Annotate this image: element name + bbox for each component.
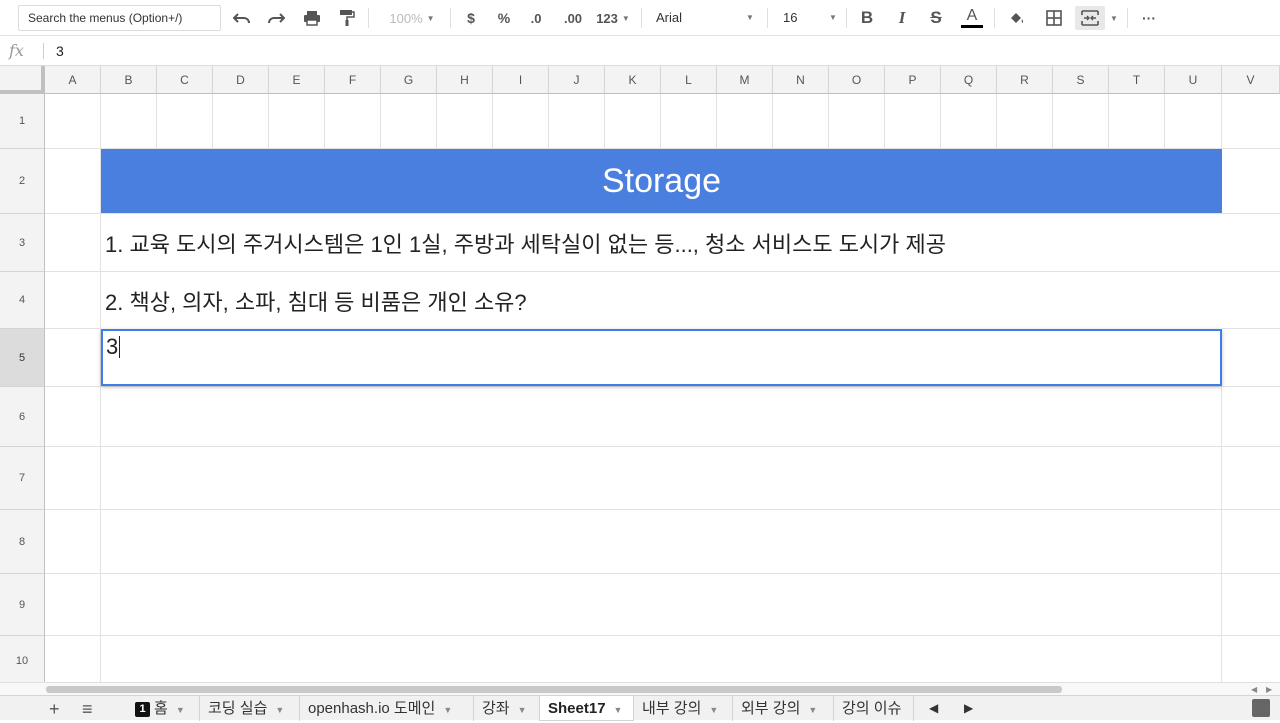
merge-cells-icon[interactable] (1075, 6, 1105, 30)
formula-input[interactable]: 3 (56, 43, 64, 59)
more-formats-select[interactable]: 123 ▼ (593, 6, 633, 30)
sheet-tab-3[interactable]: openhash.io 도메인 ▼ (300, 696, 474, 721)
sheet-tab-7[interactable]: 외부 강의 ▼ (733, 696, 834, 721)
row-header-7[interactable]: 7 (0, 447, 45, 510)
sheet-tab-6[interactable]: 내부 강의 ▼ (634, 696, 733, 721)
sheet-tab-label: Sheet17 (548, 700, 606, 717)
currency-format-button[interactable]: $ (462, 6, 480, 30)
scrollbar-thumb[interactable] (46, 686, 1062, 693)
tab-menu-caret-icon[interactable]: ▼ (518, 705, 527, 715)
cell-row-4[interactable]: 2. 책상, 의자, 소파, 침대 등 비품은 개인 소유? (101, 272, 1222, 329)
column-header-q[interactable]: Q (941, 66, 997, 94)
horizontal-scrollbar[interactable]: ◀ ▶ (0, 682, 1280, 695)
sheet-tab-label: 외부 강의 (741, 700, 801, 717)
paint-format-icon[interactable] (336, 6, 358, 30)
column-header-h[interactable]: H (437, 66, 493, 94)
active-cell-editor[interactable]: 3 (101, 329, 1222, 386)
toolbar: Search the menus (Option+/) 100% ▼ $ % .0… (0, 0, 1280, 36)
column-header-i[interactable]: I (493, 66, 549, 94)
sheet-tab-label: 내부 강의 (642, 700, 702, 717)
menu-search-input[interactable]: Search the menus (Option+/) (18, 5, 221, 31)
row-header-2[interactable]: 2 (0, 149, 45, 214)
tab-menu-caret-icon[interactable]: ▼ (275, 705, 284, 715)
text-cursor (119, 336, 121, 358)
strikethrough-button[interactable]: S (926, 6, 946, 30)
column-header-p[interactable]: P (885, 66, 941, 94)
column-header-a[interactable]: A (45, 66, 101, 94)
row-header-4[interactable]: 4 (0, 272, 45, 329)
select-all-corner[interactable] (0, 66, 45, 94)
font-size-select[interactable]: 16 ▼ (783, 6, 838, 30)
column-header-l[interactable]: L (661, 66, 717, 94)
column-header-g[interactable]: G (381, 66, 437, 94)
sheet-tab-label: 강의 이슈 (842, 700, 902, 717)
column-header-b[interactable]: B (101, 66, 157, 94)
redo-icon[interactable] (265, 6, 287, 30)
row-header-5[interactable]: 5 (0, 329, 45, 387)
storage-banner-cell[interactable]: Storage (101, 149, 1222, 213)
zoom-select[interactable]: 100% ▼ (384, 6, 440, 30)
percent-format-button[interactable]: % (495, 6, 513, 30)
formula-bar: fx 3 (0, 36, 1280, 66)
sheet-tab-label: 강좌 (482, 700, 510, 717)
tab-menu-caret-icon[interactable]: ▼ (614, 705, 623, 715)
column-header-e[interactable]: E (269, 66, 325, 94)
fill-color-icon[interactable] (1006, 6, 1028, 30)
increase-decimal-button[interactable]: .00 (559, 6, 587, 30)
column-header-c[interactable]: C (157, 66, 213, 94)
row-header-3[interactable]: 3 (0, 214, 45, 272)
row-header-9[interactable]: 9 (0, 574, 45, 636)
tab-scroll-right-icon[interactable]: ▶ (964, 696, 973, 721)
sheet-tab-5[interactable]: Sheet17 ▼ (540, 696, 634, 721)
merge-dropdown-icon[interactable]: ▼ (1108, 6, 1120, 30)
tab-scroll-left-icon[interactable]: ◀ (929, 696, 938, 721)
sheet-tab-2[interactable]: 코딩 실습 ▼ (200, 696, 300, 721)
tab-menu-caret-icon[interactable]: ▼ (443, 705, 452, 715)
row-header-6[interactable]: 6 (0, 387, 45, 447)
sheet-tab-8[interactable]: 강의 이슈 (834, 696, 914, 721)
column-header-u[interactable]: U (1165, 66, 1222, 94)
text-color-swatch (961, 25, 983, 28)
cell-row-3[interactable]: 1. 교육 도시의 주거시스템은 1인 1실, 주방과 세탁실이 없는 등...… (101, 214, 1222, 271)
borders-icon[interactable] (1043, 6, 1065, 30)
column-header-t[interactable]: T (1109, 66, 1165, 94)
tab-menu-caret-icon[interactable]: ▼ (709, 705, 718, 715)
tab-badge: 1 (135, 702, 150, 717)
bold-button[interactable]: B (857, 6, 877, 30)
add-sheet-icon[interactable]: + (49, 698, 60, 720)
sheet-tab-label: 코딩 실습 (208, 700, 268, 717)
tab-menu-caret-icon[interactable]: ▼ (176, 705, 185, 715)
column-header-k[interactable]: K (605, 66, 661, 94)
print-icon[interactable] (300, 6, 324, 30)
tab-menu-caret-icon[interactable]: ▼ (808, 705, 817, 715)
column-header-j[interactable]: J (549, 66, 605, 94)
all-sheets-icon[interactable]: ≡ (82, 698, 93, 720)
more-icon[interactable]: ··· (1138, 6, 1160, 30)
column-header-s[interactable]: S (1053, 66, 1109, 94)
text-color-button[interactable]: A (960, 6, 984, 30)
sheet-tab-label: openhash.io 도메인 (308, 700, 436, 717)
italic-button[interactable]: I (892, 6, 912, 30)
sheet-tab-bar: + ≡ 1 홈 ▼ 코딩 실습 ▼ openhash.io 도메인 ▼ 강좌 ▼ Sheet17 ▼… (0, 695, 1280, 721)
row-header-10[interactable]: 10 (0, 636, 45, 682)
column-header-v[interactable]: V (1222, 66, 1280, 94)
column-header-o[interactable]: O (829, 66, 885, 94)
row-header-8[interactable]: 8 (0, 510, 45, 574)
column-header-r[interactable]: R (997, 66, 1053, 94)
undo-icon[interactable] (231, 6, 253, 30)
column-header-m[interactable]: M (717, 66, 773, 94)
spreadsheet-grid: ABCDEFGHIJKLMNOPQRSTUV 1 2 3 4 5 6 7 8 9 10 Stora… (0, 66, 1280, 682)
column-header-f[interactable]: F (325, 66, 381, 94)
font-family-select[interactable]: Arial ▼ (656, 6, 756, 30)
sheet-tab-4[interactable]: 강좌 ▼ (474, 696, 540, 721)
decrease-decimal-button[interactable]: .0 (524, 6, 548, 30)
row-header-1[interactable]: 1 (0, 94, 45, 149)
fx-icon: fx (9, 41, 24, 60)
column-header-n[interactable]: N (773, 66, 829, 94)
explore-icon[interactable] (1252, 699, 1270, 717)
sheet-tab-1[interactable]: 1 홈 ▼ (127, 696, 200, 721)
column-header-d[interactable]: D (213, 66, 269, 94)
sheet-tab-label: 홈 (154, 700, 168, 717)
